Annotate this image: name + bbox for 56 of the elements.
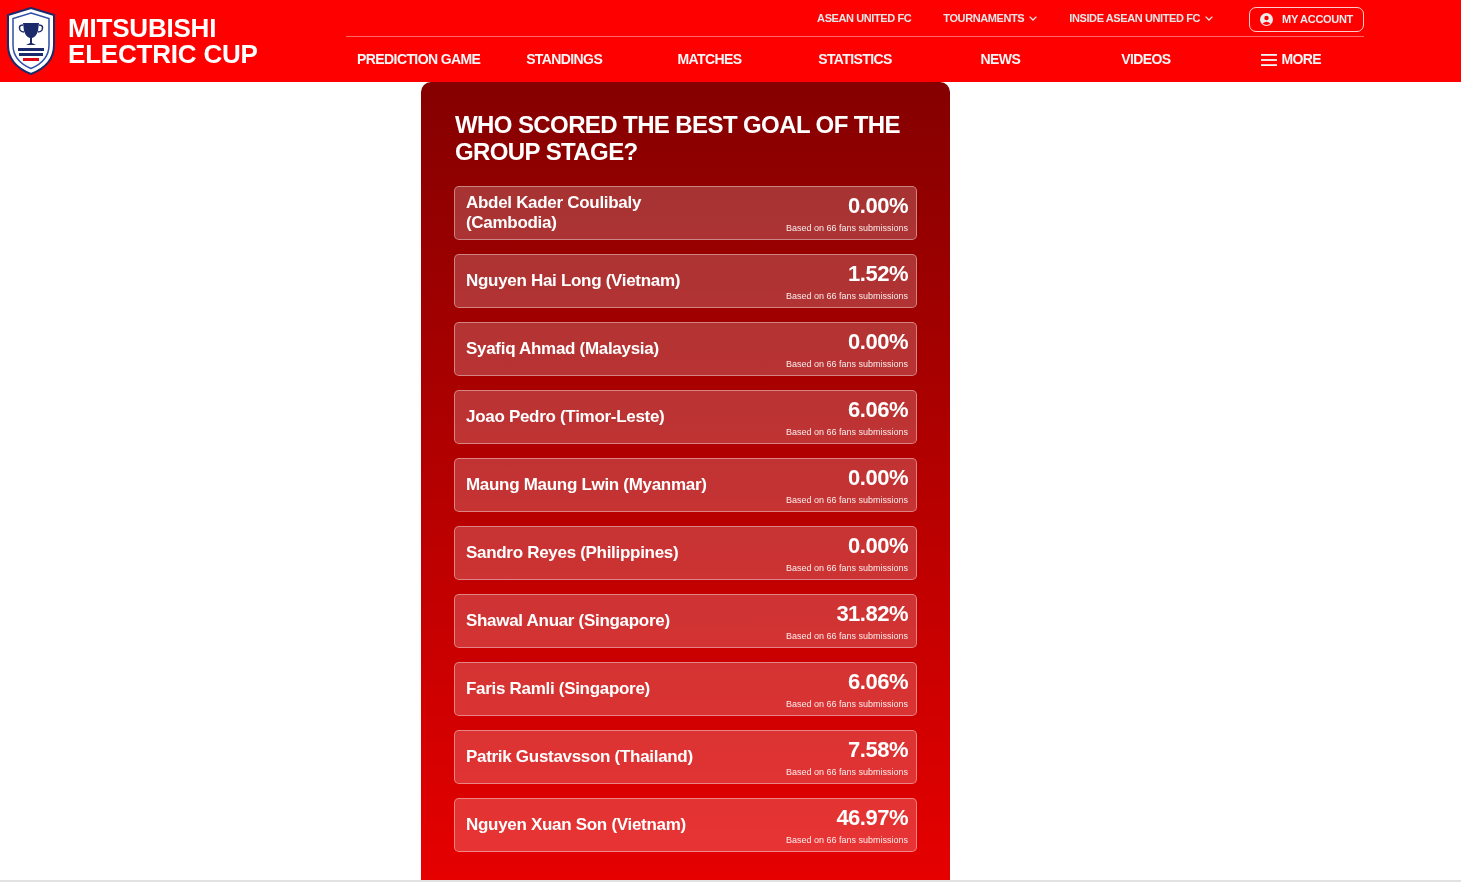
poll-option[interactable]: Joao Pedro (Timor-Leste) 6.06% Based on 66 fans submissions xyxy=(454,390,917,444)
submissions-note: Based on 66 fans submissions xyxy=(785,562,908,574)
submissions-note: Based on 66 fans submissions xyxy=(785,630,908,642)
submissions-note: Based on 66 fans submissions xyxy=(785,494,908,506)
brand-name[interactable]: MITSUBISHI ELECTRIC CUP xyxy=(68,15,268,67)
nav-link[interactable]: MATCHES xyxy=(677,49,742,70)
nav-link[interactable]: ASEAN UNITED FC xyxy=(817,9,912,27)
poll-option[interactable]: Abdel Kader Coulibaly (Cambodia) 0.00% Based on 66 fans submissions xyxy=(454,186,917,240)
submissions-note: Based on 66 fans submissions xyxy=(785,222,908,234)
vote-percentage: 0.00% xyxy=(848,464,908,491)
vote-percentage: 31.82% xyxy=(836,600,908,627)
player-name: Maung Maung Lwin (Myanmar) xyxy=(466,475,708,495)
nav-link[interactable]: PREDICTION GAME xyxy=(357,49,481,70)
submissions-note: Based on 66 fans submissions xyxy=(785,358,908,370)
player-name: Syafiq Ahmad (Malaysia) xyxy=(466,339,660,359)
menu-icon xyxy=(1261,53,1278,66)
nav-link[interactable]: VIDEOS xyxy=(1121,49,1171,70)
trophy-shield-icon[interactable] xyxy=(6,7,56,75)
poll-option[interactable]: Shawal Anuar (Singapore) 31.82% Based on 66 fans submissions xyxy=(454,594,917,648)
player-name: Patrik Gustavsson (Thailand) xyxy=(466,747,694,767)
poll-option[interactable]: Faris Ramli (Singapore) 6.06% Based on 66 fans submissions xyxy=(454,662,917,716)
submissions-note: Based on 66 fans submissions xyxy=(785,426,908,438)
submissions-note: Based on 66 fans submissions xyxy=(785,834,908,846)
poll-option[interactable]: Nguyen Xuan Son (Vietnam) 46.97% Based on 66 fans submissions xyxy=(454,798,917,852)
vote-percentage: 6.06% xyxy=(848,668,908,695)
nav-link[interactable]: STATISTICS xyxy=(818,49,892,70)
player-name: Nguyen Xuan Son (Vietnam) xyxy=(466,815,687,835)
vote-percentage: 0.00% xyxy=(848,532,908,559)
my-account-button[interactable]: MY ACCOUNT xyxy=(1249,6,1364,32)
vote-percentage: 7.58% xyxy=(848,736,908,763)
vote-percentage: 0.00% xyxy=(848,328,908,355)
poll-option[interactable]: Syafiq Ahmad (Malaysia) 0.00% Based on 66 fans submissions xyxy=(454,322,917,376)
player-name: Sandro Reyes (Philippines) xyxy=(466,543,680,563)
player-name: Abdel Kader Coulibaly (Cambodia) xyxy=(466,193,643,233)
player-name: Faris Ramli (Singapore) xyxy=(466,679,651,699)
submissions-note: Based on 66 fans submissions xyxy=(785,766,908,778)
poll-question: WHO SCORED THE BEST GOAL OF THE GROUP STAGE? xyxy=(454,111,901,165)
user-avatar-icon xyxy=(1260,12,1274,26)
player-name: Shawal Anuar (Singapore) xyxy=(466,611,671,631)
vote-percentage: 6.06% xyxy=(848,396,908,423)
dropdown-link[interactable]: INSIDE ASEAN UNITED FC xyxy=(1069,9,1214,27)
nav-link[interactable]: NEWS xyxy=(980,49,1021,70)
poll-option[interactable]: Nguyen Hai Long (Vietnam) 1.52% Based on 66 fans submissions xyxy=(454,254,917,308)
submissions-note: Based on 66 fans submissions xyxy=(785,290,908,302)
more-menu-link[interactable]: MORE xyxy=(1261,49,1322,70)
poll-option[interactable]: Sandro Reyes (Philippines) 0.00% Based on 66 fans submissions xyxy=(454,526,917,580)
poll-option[interactable]: Patrik Gustavsson (Thailand) 7.58% Based on 66 fans submissions xyxy=(454,730,917,784)
player-name: Joao Pedro (Timor-Leste) xyxy=(466,407,666,427)
vote-percentage: 1.52% xyxy=(848,260,908,287)
player-name: Nguyen Hai Long (Vietnam) xyxy=(466,271,682,291)
nav-link[interactable]: STANDINGS xyxy=(526,49,603,70)
submissions-note: Based on 66 fans submissions xyxy=(785,698,908,710)
poll-option[interactable]: Maung Maung Lwin (Myanmar) 0.00% Based on 66 fans submissions xyxy=(454,458,917,512)
dropdown-link[interactable]: TOURNAMENTS xyxy=(943,9,1038,27)
vote-percentage: 46.97% xyxy=(836,804,908,831)
vote-percentage: 0.00% xyxy=(848,192,908,219)
